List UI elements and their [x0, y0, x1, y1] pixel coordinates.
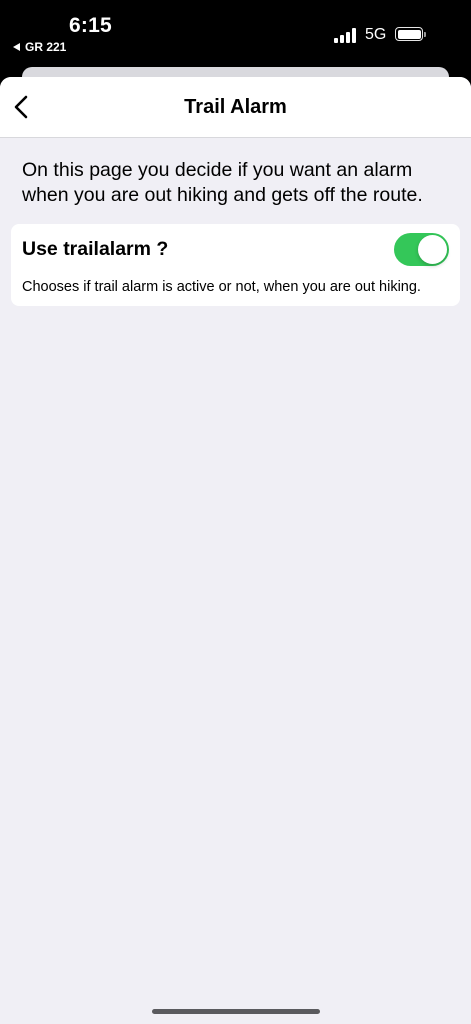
back-to-app-link[interactable]: GR 221: [13, 40, 66, 54]
signal-icon: [334, 27, 358, 43]
chevron-left-icon: [14, 95, 28, 119]
status-bar: 6:15 GR 221 5G: [0, 0, 471, 66]
home-indicator[interactable]: [152, 1009, 320, 1014]
status-time: 6:15: [69, 14, 112, 37]
setting-label: Use trailalarm ?: [22, 238, 169, 260]
setting-description: Chooses if trail alarm is active or not,…: [22, 279, 421, 295]
intro-text: On this page you decide if you want an a…: [22, 159, 423, 206]
toggle-knob: [418, 235, 447, 264]
network-label: 5G: [365, 26, 387, 43]
back-app-label: GR 221: [25, 40, 67, 54]
back-button[interactable]: [10, 92, 40, 122]
navigation-bar: Trail Alarm: [0, 77, 471, 138]
trail-alarm-setting-card: Use trailalarm ? Chooses if trail alarm …: [11, 224, 460, 306]
trail-alarm-sheet: Trail Alarm On this page you decide if y…: [0, 77, 471, 1024]
trail-alarm-toggle[interactable]: [394, 233, 449, 266]
page-title: Trail Alarm: [184, 96, 287, 118]
battery-icon: [395, 27, 428, 43]
back-triangle-icon: [13, 43, 20, 51]
